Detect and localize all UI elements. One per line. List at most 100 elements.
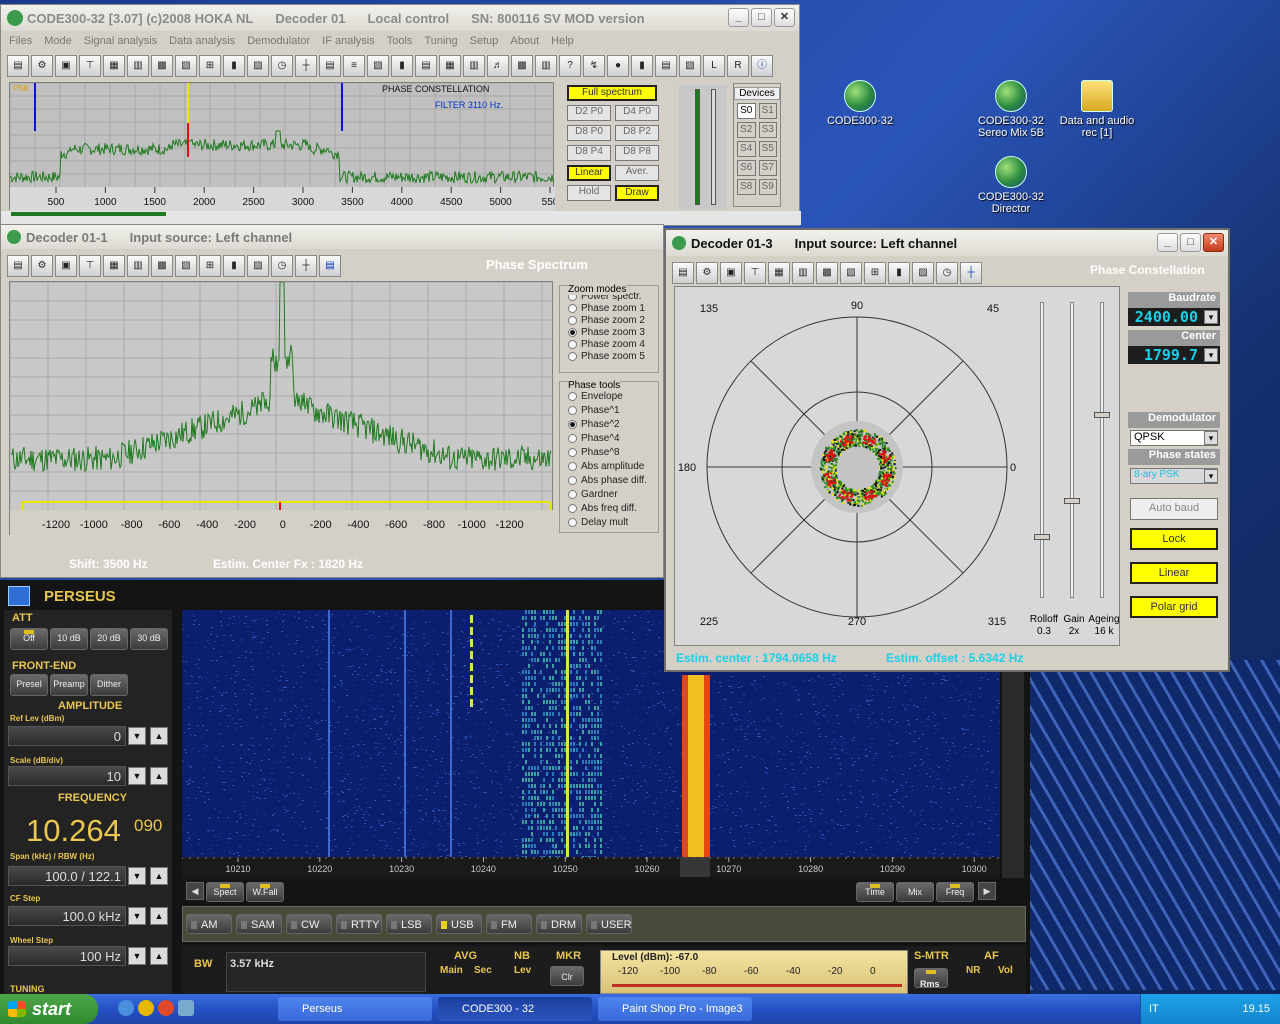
phase-tool-gardner[interactable]: Gardner [568,488,658,500]
zoom-mode-phase-zoom-3[interactable]: Phase zoom 3 [568,326,658,338]
main-tool-13-icon[interactable]: ┼ [295,55,317,77]
device-s7[interactable]: S7 [758,160,777,176]
mkr-clr-button[interactable]: Clr [550,966,584,986]
main-tool-12-icon[interactable]: ◷ [271,55,293,77]
menu-item-if-analysis[interactable]: IF analysis [322,35,375,47]
main-btn-draw[interactable]: Draw [615,185,659,201]
desktop-icon-code300[interactable]: CODE300-32 [815,80,905,127]
browser-icon[interactable] [118,1000,134,1016]
phase-tool-phase-4[interactable]: Phase^4 [568,432,658,444]
decoder1-tool-13-icon[interactable]: ┼ [295,255,317,277]
main-btn-aver-[interactable]: Aver. [615,165,659,181]
frontend-btn-preamp[interactable]: Preamp [50,674,88,696]
arrow-down-icon[interactable]: ▼ [128,907,146,925]
maximize-button[interactable]: □ [1180,233,1201,252]
decoder3-tool-2-icon[interactable]: ⚙ [696,262,718,284]
decoder1-tool-12-icon[interactable]: ◷ [271,255,293,277]
start-button[interactable]: start [0,994,98,1024]
taskbar-item-perseus[interactable]: Perseus [278,997,432,1021]
decoder3-tool-7-icon[interactable]: ▩ [816,262,838,284]
arrow-up-icon[interactable]: ▲ [150,767,168,785]
decoder3-tool-11-icon[interactable]: ▨ [912,262,934,284]
slider-thumb[interactable] [1034,534,1050,540]
wheel-step-field[interactable]: 100 Hz [8,946,126,966]
arrow-down-icon[interactable]: ▼ [128,947,146,965]
att-btn-2[interactable]: 20 dB [90,628,128,650]
menu-item-files[interactable]: Files [9,35,32,47]
mode-am[interactable]: AM [186,914,232,934]
scroll-left-icon[interactable]: ◀ [186,882,204,900]
taskbar-item-code300[interactable]: CODE300 - 32 [438,997,592,1021]
zoom-mode-phase-zoom-2[interactable]: Phase zoom 2 [568,314,658,326]
main-tool-18-icon[interactable]: ▤ [415,55,437,77]
view-btn-spect[interactable]: Spect [206,882,244,902]
mode-lsb[interactable]: LSB [386,914,432,934]
arrow-up-icon[interactable]: ▲ [150,867,168,885]
main-tool-17-icon[interactable]: ▮ [391,55,413,77]
decoder3-titlebar[interactable]: Decoder 01-3 Input source: Left channel … [666,230,1228,256]
decoder3-tool-6-icon[interactable]: ▥ [792,262,814,284]
main-tool-23-icon[interactable]: ▥ [535,55,557,77]
main-tool-9-icon[interactable]: ⊞ [199,55,221,77]
zoom-mode-phase-zoom-1[interactable]: Phase zoom 1 [568,302,658,314]
phase-tool-phase-8[interactable]: Phase^8 [568,446,658,458]
span-field[interactable]: 100.0 / 122.1 [8,866,126,886]
main-tool-4-icon[interactable]: ⊤ [79,55,101,77]
decoder3-tool-10-icon[interactable]: ▮ [888,262,910,284]
decoder3-tool-13-icon[interactable]: ┼ [960,262,982,284]
slider-track[interactable] [1100,302,1104,598]
main-tool-5-icon[interactable]: ▦ [103,55,125,77]
main-tool-8-icon[interactable]: ▧ [175,55,197,77]
decoder1-tool-6-icon[interactable]: ▥ [127,255,149,277]
device-s0[interactable]: S0 [737,103,756,119]
main-tool-14-icon[interactable]: ▤ [319,55,341,77]
main-tool-21-icon[interactable]: ♬ [487,55,509,77]
slider-track[interactable] [1040,302,1044,598]
mode-cw[interactable]: CW [286,914,332,934]
main-btn-full-spectrum[interactable]: Full spectrum [567,85,657,101]
att-btn-3[interactable]: 30 dB [130,628,168,650]
phase-tool-delay-mult[interactable]: Delay mult [568,516,658,528]
main-btn-d2-p0[interactable]: D2 P0 [567,105,611,121]
level-sliders[interactable] [679,85,727,209]
main-tool-20-icon[interactable]: ▥ [463,55,485,77]
mode-rtty[interactable]: RTTY [336,914,382,934]
spin-down-icon[interactable]: ▾ [1204,310,1218,324]
phase-tool-abs-amplitude[interactable]: Abs amplitude [568,460,658,472]
att-btn-0[interactable]: Off [10,628,48,650]
device-s6[interactable]: S6 [737,160,756,176]
menu-item-tools[interactable]: Tools [387,35,413,47]
desktop-icon-director[interactable]: CODE300-32 Director [966,156,1056,215]
mode-fm[interactable]: FM [486,914,532,934]
decoder1-tool-14-icon[interactable]: ▤ [319,255,341,277]
menu-item-setup[interactable]: Setup [470,35,499,47]
main-tool-19-icon[interactable]: ▦ [439,55,461,77]
device-s4[interactable]: S4 [737,141,756,157]
main-tool-6-icon[interactable]: ▥ [127,55,149,77]
zoom-mode-phase-zoom-5[interactable]: Phase zoom 5 [568,350,658,362]
main-tool-15-icon[interactable]: ≡ [343,55,365,77]
main-tool-2-icon[interactable]: ⚙ [31,55,53,77]
arrow-down-icon[interactable]: ▼ [128,767,146,785]
menu-item-data-analysis[interactable]: Data analysis [169,35,235,47]
spin-down-icon[interactable]: ▾ [1204,348,1218,362]
decoder1-tool-4-icon[interactable]: ⊤ [79,255,101,277]
decoder1-tool-2-icon[interactable]: ⚙ [31,255,53,277]
minimize-button[interactable]: _ [1157,233,1178,252]
btn-polar-grid[interactable]: Polar grid [1130,596,1218,618]
slider-track[interactable] [1070,302,1074,598]
main-tool-16-icon[interactable]: ▧ [367,55,389,77]
main-tool-25-icon[interactable]: ↯ [583,55,605,77]
btn-linear[interactable]: Linear [1130,562,1218,584]
att-btn-1[interactable]: 10 dB [50,628,88,650]
menu-item-help[interactable]: Help [551,35,574,47]
main-scrollbar[interactable] [1,211,801,225]
media-icon[interactable] [138,1000,154,1016]
main-btn-linear[interactable]: Linear [567,165,611,181]
frontend-btn-presel[interactable]: Presel [10,674,48,696]
decoder3-tool-9-icon[interactable]: ⊞ [864,262,886,284]
decoder1-tool-9-icon[interactable]: ⊞ [199,255,221,277]
btn-auto-baud[interactable]: Auto baud [1130,498,1218,520]
close-button[interactable]: ✕ [1203,233,1224,252]
slider-thumb[interactable] [1094,412,1110,418]
